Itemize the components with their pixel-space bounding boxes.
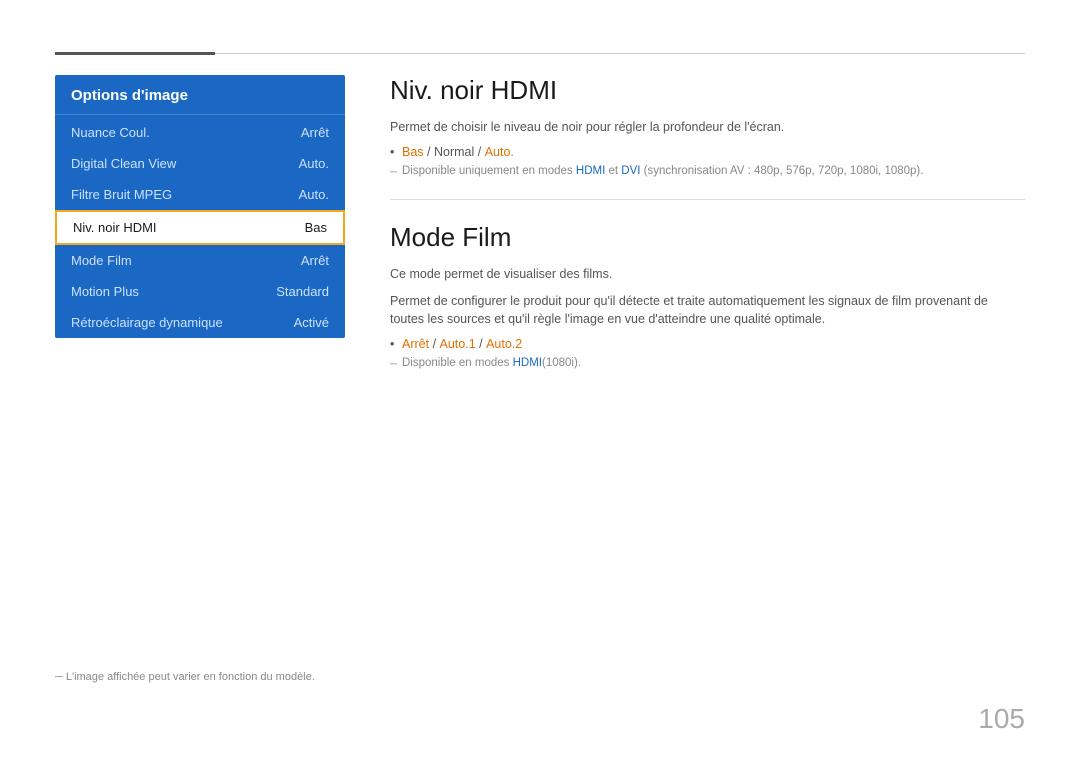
sidebar-item-digital-clean-view-label: Digital Clean View	[71, 156, 176, 171]
sidebar-item-retroeclairage-label: Rétroéclairage dynamique	[71, 315, 223, 330]
mode-film-options: Arrêt / Auto.1 / Auto.2	[390, 337, 1025, 351]
section-mode-film-title: Mode Film	[390, 222, 1025, 253]
option-auto: Auto.	[485, 145, 514, 159]
footer-note: L'image affichée peut varier en fonction…	[55, 671, 315, 683]
niv-noir-hdmi-note: Disponible uniquement en modes HDMI et D…	[390, 165, 1025, 177]
sidebar-item-retroeclairage-value: Activé	[294, 315, 329, 330]
page-number: 105	[978, 703, 1025, 735]
section-separator	[390, 199, 1025, 200]
option-arret: Arrêt	[402, 337, 429, 351]
sep1: /	[424, 145, 434, 159]
sidebar-item-digital-clean-view[interactable]: Digital Clean View Auto.	[55, 148, 345, 179]
note-mid: et	[605, 165, 621, 177]
sidebar-item-filtre-bruit-mpeg-value: Auto.	[299, 187, 329, 202]
note-dvi: DVI	[621, 165, 640, 177]
note-hdmi: HDMI	[576, 165, 605, 177]
sep2-mode: /	[476, 337, 486, 351]
sidebar-item-filtre-bruit-mpeg[interactable]: Filtre Bruit MPEG Auto.	[55, 179, 345, 210]
sidebar-item-digital-clean-view-value: Auto.	[299, 156, 329, 171]
sidebar-item-nuance-coul[interactable]: Nuance Coul. Arrêt	[55, 117, 345, 148]
option-auto1: Auto.1	[440, 337, 476, 351]
sidebar-item-motion-plus-value: Standard	[276, 284, 329, 299]
section-niv-noir-hdmi-desc: Permet de choisir le niveau de noir pour…	[390, 118, 1025, 137]
section-niv-noir-hdmi: Niv. noir HDMI Permet de choisir le nive…	[390, 75, 1025, 177]
niv-noir-hdmi-bullet-list: Bas / Normal / Auto.	[390, 145, 1025, 159]
mode-film-note-hdmi: HDMI	[513, 357, 542, 369]
top-line-light	[215, 53, 1025, 54]
top-decoration	[55, 52, 1025, 55]
sidebar-item-nuance-coul-label: Nuance Coul.	[71, 125, 150, 140]
mode-film-note: Disponible en modes HDMI(1080i).	[390, 357, 1025, 369]
sidebar: Options d'image Nuance Coul. Arrêt Digit…	[55, 75, 345, 338]
sidebar-item-retroeclairage[interactable]: Rétroéclairage dynamique Activé	[55, 307, 345, 338]
sidebar-item-motion-plus-label: Motion Plus	[71, 284, 139, 299]
sidebar-item-niv-noir-hdmi[interactable]: Niv. noir HDMI Bas	[55, 210, 345, 245]
mode-film-note-text: Disponible en modes	[402, 357, 513, 369]
main-content: Niv. noir HDMI Permet de choisir le nive…	[390, 75, 1025, 373]
mode-film-note-end: (1080i).	[542, 357, 581, 369]
section-mode-film: Mode Film Ce mode permet de visualiser d…	[390, 222, 1025, 369]
sidebar-item-niv-noir-hdmi-value: Bas	[305, 220, 327, 235]
sidebar-item-mode-film[interactable]: Mode Film Arrêt	[55, 245, 345, 276]
section-mode-film-desc2: Permet de configurer le produit pour qu'…	[390, 292, 1025, 330]
note-text-1: Disponible uniquement en modes	[402, 165, 576, 177]
section-niv-noir-hdmi-title: Niv. noir HDMI	[390, 75, 1025, 106]
sidebar-item-mode-film-label: Mode Film	[71, 253, 132, 268]
niv-noir-hdmi-options: Bas / Normal / Auto.	[390, 145, 1025, 159]
option-auto2: Auto.2	[486, 337, 522, 351]
sidebar-item-mode-film-value: Arrêt	[301, 253, 329, 268]
sep2: /	[474, 145, 484, 159]
top-line-dark	[55, 52, 215, 55]
sidebar-title: Options d'image	[55, 75, 345, 114]
note-end: (synchronisation AV : 480p, 576p, 720p, …	[640, 165, 923, 177]
mode-film-bullet-list: Arrêt / Auto.1 / Auto.2	[390, 337, 1025, 351]
sidebar-item-niv-noir-hdmi-label: Niv. noir HDMI	[73, 220, 157, 235]
option-normal: Normal	[434, 145, 474, 159]
sep1-mode: /	[429, 337, 439, 351]
sidebar-item-filtre-bruit-mpeg-label: Filtre Bruit MPEG	[71, 187, 172, 202]
sidebar-item-motion-plus[interactable]: Motion Plus Standard	[55, 276, 345, 307]
sidebar-divider	[55, 114, 345, 115]
section-mode-film-desc1: Ce mode permet de visualiser des films.	[390, 265, 1025, 284]
sidebar-item-nuance-coul-value: Arrêt	[301, 125, 329, 140]
option-bas: Bas	[402, 145, 424, 159]
